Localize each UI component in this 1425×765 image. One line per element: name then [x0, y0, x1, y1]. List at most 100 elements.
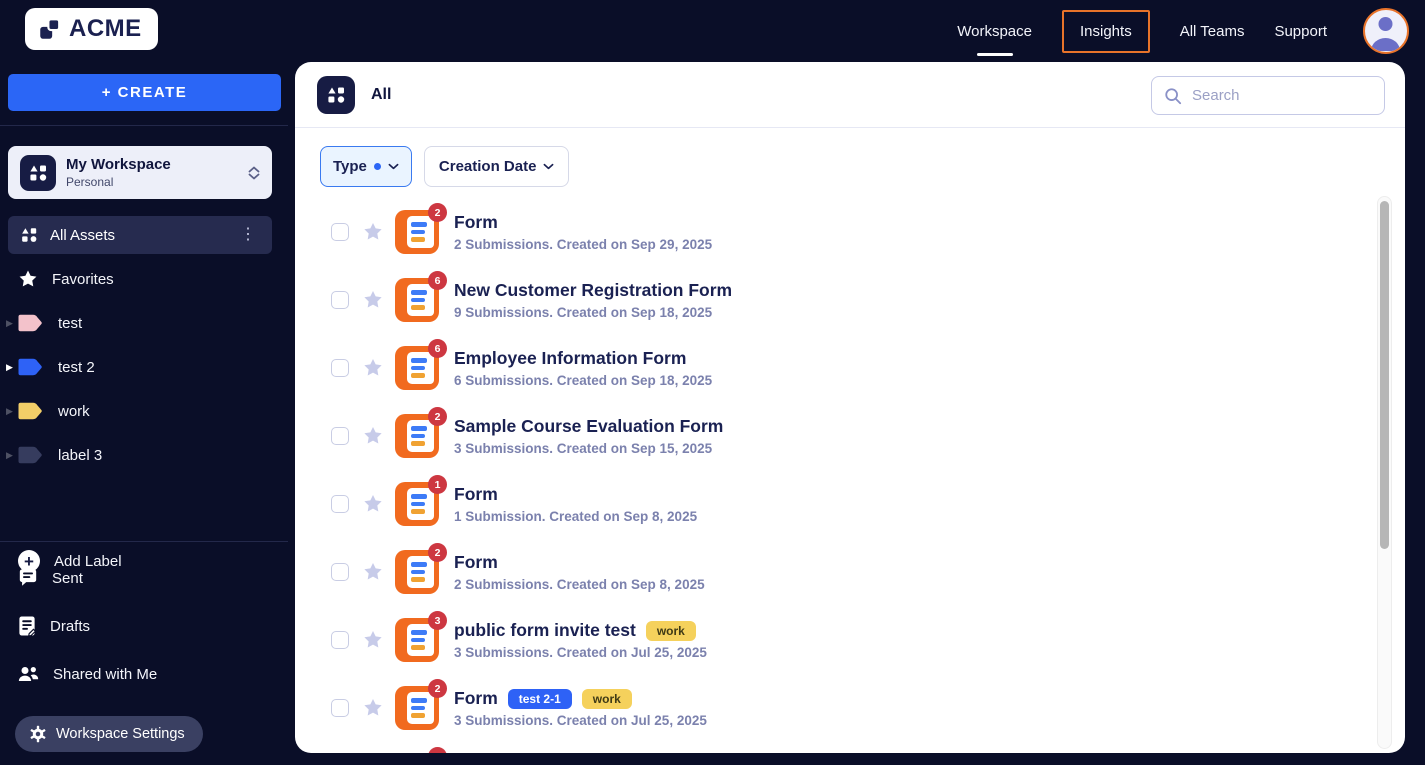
search-input[interactable]	[1192, 87, 1391, 104]
asset-subtitle: 2 Submissions. Created on Sep 29, 2025	[454, 237, 712, 252]
nav-all-teams[interactable]: All Teams	[1178, 17, 1247, 46]
acme-logo[interactable]: ACME	[25, 8, 158, 50]
asset-row[interactable]: 2 Sample Course Evaluation Form 3 Submis…	[295, 402, 1375, 470]
sidebar-item-sent[interactable]: Sent	[0, 554, 288, 602]
asset-title[interactable]: Form	[454, 212, 498, 233]
active-filter-dot	[374, 163, 381, 170]
favorite-star-icon[interactable]	[362, 629, 384, 651]
favorite-star-icon[interactable]	[362, 425, 384, 447]
form-icon: 1	[395, 482, 439, 526]
row-checkbox[interactable]	[331, 359, 349, 377]
asset-title[interactable]: Form	[454, 484, 498, 505]
workspace-icon	[20, 155, 56, 191]
asset-title[interactable]: Form	[454, 688, 498, 709]
create-button[interactable]: + CREATE	[8, 74, 281, 111]
nav-workspace[interactable]: Workspace	[955, 17, 1034, 46]
favorite-star-icon[interactable]	[362, 357, 384, 379]
tag-test-2-1[interactable]: test 2-1	[508, 689, 572, 709]
row-checkbox[interactable]	[331, 291, 349, 309]
form-icon: 2	[395, 686, 439, 730]
row-checkbox[interactable]	[331, 495, 349, 513]
expand-arrow-icon[interactable]: ▶	[6, 450, 16, 461]
label-name: test	[58, 315, 82, 332]
asset-list: 2 Form 2 Submissions. Created on Sep 29,…	[295, 198, 1375, 753]
favorite-star-icon[interactable]	[362, 493, 384, 515]
row-checkbox[interactable]	[331, 699, 349, 717]
asset-row[interactable]: 6 Employee Information Form 6 Submission…	[295, 334, 1375, 402]
grid-icon	[20, 226, 38, 244]
workspace-settings-label: Workspace Settings	[56, 726, 185, 742]
sidebar-item-shared-with-me[interactable]: Shared with Me	[0, 650, 288, 698]
asset-row[interactable]: 1 Form 1 Submission. Created on Sep 8, 2…	[295, 470, 1375, 538]
tag-work[interactable]: work	[646, 621, 696, 641]
workspace-settings-button[interactable]: Workspace Settings	[15, 716, 203, 752]
tag-work[interactable]: work	[582, 689, 632, 709]
sidebar-label-test[interactable]: ▶ test	[0, 301, 288, 345]
sidebar-label-test-2[interactable]: ▶ test 2	[0, 345, 288, 389]
asset-title[interactable]: Sample Course Evaluation Form	[454, 416, 723, 437]
search-box[interactable]	[1151, 76, 1385, 115]
type-filter-button[interactable]: Type	[320, 146, 412, 187]
asset-row[interactable]: 6 New Customer Registration Form 9 Submi…	[295, 266, 1375, 334]
form-icon: 6	[395, 346, 439, 390]
workspace-title: My Workspace	[66, 156, 238, 174]
sent-icon	[18, 568, 38, 588]
label-tag-icon	[18, 314, 44, 332]
kebab-menu-icon[interactable]: ⋮	[236, 227, 260, 243]
nav-support[interactable]: Support	[1272, 17, 1329, 46]
label-tag-icon	[18, 446, 44, 464]
panel-header: All	[295, 62, 1405, 128]
asset-title[interactable]: Form	[454, 552, 498, 573]
row-checkbox[interactable]	[331, 223, 349, 241]
all-assets-label: All Assets	[50, 227, 224, 244]
favorite-star-icon[interactable]	[362, 289, 384, 311]
shared-with-me-label: Shared with Me	[53, 666, 157, 683]
row-checkbox[interactable]	[331, 563, 349, 581]
favorite-star-icon[interactable]	[362, 561, 384, 583]
sidebar-item-favorites[interactable]: Favorites	[0, 257, 288, 301]
submission-count-badge: 3	[428, 611, 447, 630]
sidebar-item-all-assets[interactable]: All Assets ⋮	[8, 216, 272, 254]
expand-arrow-icon[interactable]: ▶	[6, 318, 16, 329]
user-avatar[interactable]	[1363, 8, 1409, 54]
label-tag-icon	[18, 402, 44, 420]
asset-row[interactable]: 2 Form 2 Submissions. Created on Sep 8, …	[295, 538, 1375, 606]
favorites-label: Favorites	[52, 271, 114, 288]
asset-row[interactable]: 3 public form invite test work 3 Submiss…	[295, 606, 1375, 674]
chevron-down-icon	[388, 163, 399, 170]
asset-title[interactable]: public form invite test	[454, 620, 636, 641]
asset-subtitle: 9 Submissions. Created on Sep 18, 2025	[454, 305, 732, 320]
asset-title[interactable]: Employee Information Form	[454, 348, 686, 369]
row-checkbox[interactable]	[331, 631, 349, 649]
favorite-star-icon[interactable]	[362, 221, 384, 243]
top-bar: ACME Workspace Insights All Teams Suppor…	[0, 0, 1425, 62]
sidebar-label-label-3[interactable]: ▶ label 3	[0, 433, 288, 477]
sort-filter-label: Creation Date	[439, 158, 537, 175]
submission-count-badge: 2	[428, 407, 447, 426]
main-panel: All Type Creation Date 2	[295, 62, 1405, 753]
workspace-switcher[interactable]: My Workspace Personal	[8, 146, 272, 199]
expand-arrow-icon[interactable]: ▶	[6, 406, 16, 417]
sidebar-item-drafts[interactable]: Drafts	[0, 602, 288, 650]
label-name: work	[58, 403, 90, 420]
form-icon: 2	[395, 210, 439, 254]
asset-row[interactable]	[295, 742, 1375, 753]
submission-count-badge: 2	[428, 203, 447, 222]
sent-label: Sent	[52, 570, 83, 587]
sidebar-label-work[interactable]: ▶ work	[0, 389, 288, 433]
nav-insights[interactable]: Insights	[1062, 10, 1150, 53]
favorite-star-icon[interactable]	[362, 697, 384, 719]
chevron-updown-icon[interactable]	[248, 166, 260, 180]
row-checkbox[interactable]	[331, 427, 349, 445]
form-icon: 2	[395, 414, 439, 458]
expand-arrow-icon[interactable]: ▶	[6, 362, 16, 373]
asset-row[interactable]: 2 Form test 2-1work 3 Submissions. Creat…	[295, 674, 1375, 742]
sidebar: + CREATE My Workspace Personal	[0, 62, 288, 765]
label-tag-icon	[18, 358, 44, 376]
scrollbar-thumb[interactable]	[1380, 201, 1389, 549]
scrollbar-track[interactable]	[1377, 196, 1392, 749]
asset-title[interactable]: New Customer Registration Form	[454, 280, 732, 301]
sort-filter-button[interactable]: Creation Date	[424, 146, 570, 187]
asset-row[interactable]: 2 Form 2 Submissions. Created on Sep 29,…	[295, 198, 1375, 266]
asset-subtitle: 3 Submissions. Created on Sep 15, 2025	[454, 441, 723, 456]
